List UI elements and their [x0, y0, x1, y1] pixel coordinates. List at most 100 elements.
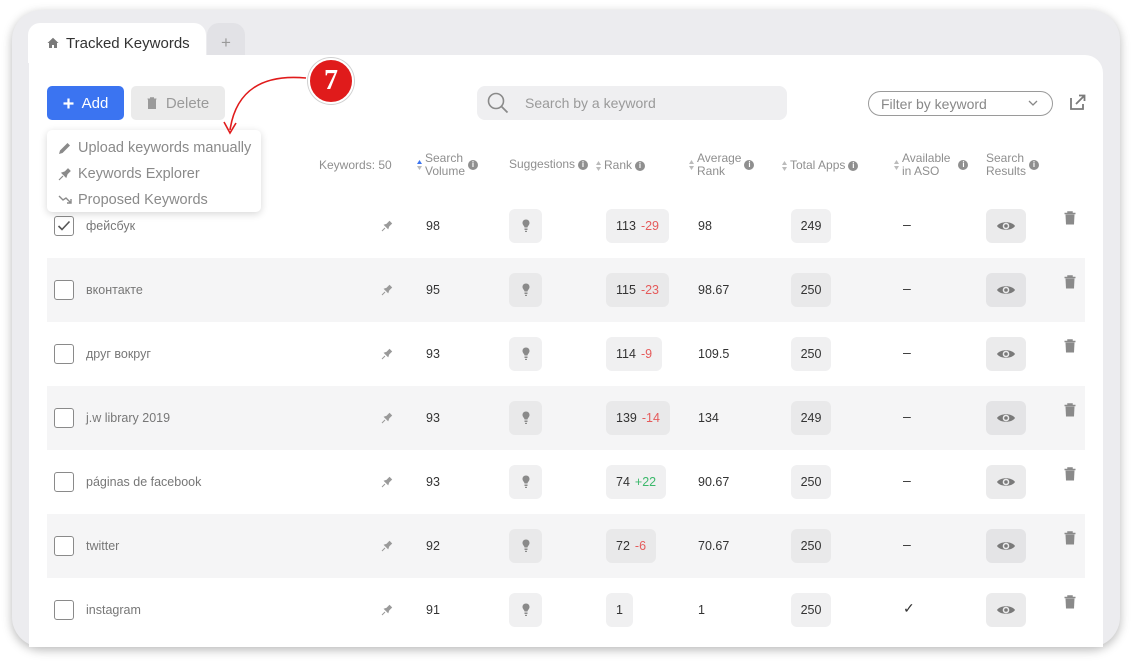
info-icon[interactable]: i	[468, 160, 479, 170]
total-apps-button[interactable]: 250	[791, 465, 831, 499]
rank-chip[interactable]: 1	[606, 593, 633, 627]
rank-chip[interactable]: 113 -29	[606, 209, 670, 243]
pin-icon[interactable]	[381, 219, 393, 232]
search-volume-value: 93	[426, 347, 440, 361]
total-apps-button[interactable]: 250	[791, 593, 831, 627]
suggestions-button[interactable]	[509, 593, 542, 627]
available-in-aso-value: –	[903, 408, 911, 424]
average-rank-value: 90.67	[698, 475, 730, 489]
total-apps-button[interactable]: 250	[791, 337, 831, 371]
rank-value: 115	[616, 283, 636, 297]
row-checkbox[interactable]	[54, 600, 74, 620]
info-icon[interactable]: i	[1029, 160, 1040, 170]
header-search-volume[interactable]: Search Volume i	[417, 152, 479, 178]
add-button[interactable]: Add	[47, 86, 124, 120]
add-button-label: Add	[81, 94, 109, 112]
table-row: instagram 91 1 1 250 ✓	[47, 578, 1085, 642]
search-volume-value: 93	[426, 475, 440, 489]
pin-icon[interactable]	[381, 283, 393, 296]
pencil-icon	[59, 143, 70, 154]
info-icon[interactable]: i	[848, 160, 859, 171]
info-icon[interactable]: i	[744, 160, 755, 170]
menu-item-label: Upload keywords manually	[78, 140, 252, 156]
average-rank-value: 134	[698, 411, 719, 425]
total-apps-button[interactable]: 249	[791, 401, 831, 435]
header-results-line2: Results	[986, 164, 1027, 178]
trash-icon[interactable]	[1064, 403, 1076, 417]
row-checkbox[interactable]	[54, 472, 74, 492]
menu-item-keywords-explorer[interactable]: Keywords Explorer	[47, 161, 261, 187]
suggestions-button[interactable]	[509, 401, 542, 435]
keyword-text: twitter	[86, 539, 120, 553]
header-total-apps[interactable]: Total Apps i	[782, 159, 859, 172]
rank-chip[interactable]: 115 -23	[606, 273, 670, 307]
suggestions-button[interactable]	[509, 209, 542, 243]
search-icon	[487, 92, 509, 114]
lightbulb-icon	[522, 283, 530, 297]
menu-item-proposed-keywords[interactable]: Proposed Keywords	[47, 187, 261, 213]
rank-chip[interactable]: 74 +22	[606, 465, 667, 499]
search-volume-value: 95	[426, 283, 440, 297]
search-box[interactable]	[477, 86, 787, 120]
header-average-rank[interactable]: Average Rank i	[689, 152, 755, 178]
row-checkbox[interactable]	[54, 280, 74, 300]
rank-chip[interactable]: 72 -6	[606, 529, 657, 563]
info-icon[interactable]: i	[635, 160, 646, 171]
header-rank[interactable]: Rank i	[596, 159, 646, 172]
search-results-button[interactable]	[986, 593, 1026, 627]
search-results-button[interactable]	[986, 273, 1026, 307]
rank-delta: -9	[640, 347, 653, 361]
search-results-button[interactable]	[986, 529, 1026, 563]
rank-delta: +22	[634, 475, 657, 489]
pin-icon[interactable]	[381, 475, 393, 488]
row-checkbox[interactable]	[54, 344, 74, 364]
pin-icon[interactable]	[381, 347, 393, 360]
total-apps-button[interactable]: 249	[791, 209, 831, 243]
lightbulb-icon	[522, 603, 530, 617]
trash-icon[interactable]	[1064, 531, 1076, 545]
suggestions-button[interactable]	[509, 273, 542, 307]
keyword-text: j.w library 2019	[86, 411, 171, 425]
trash-icon[interactable]	[1064, 595, 1076, 609]
info-icon[interactable]: i	[958, 160, 969, 170]
pin-icon[interactable]	[381, 539, 393, 552]
search-input[interactable]	[525, 95, 765, 111]
row-checkbox[interactable]	[54, 408, 74, 428]
rank-chip[interactable]: 114 -9	[606, 337, 663, 371]
header-suggestions: Suggestions i	[509, 158, 589, 171]
header-search-volume-line2: Volume	[425, 164, 466, 178]
search-results-button[interactable]	[986, 209, 1026, 243]
pin-icon[interactable]	[381, 411, 393, 424]
export-icon[interactable]	[1070, 94, 1086, 110]
trash-icon[interactable]	[1064, 339, 1076, 353]
suggestions-button[interactable]	[509, 337, 542, 371]
search-results-button[interactable]	[986, 337, 1026, 371]
total-apps-button[interactable]: 250	[791, 529, 831, 563]
rank-value: 139	[616, 411, 637, 425]
chevron-down-icon	[1028, 100, 1038, 106]
row-checkbox[interactable]	[54, 216, 74, 236]
filter-select[interactable]: Filter by keyword	[868, 91, 1053, 116]
average-rank-value: 109.5	[698, 347, 730, 361]
info-icon[interactable]: i	[578, 159, 589, 170]
suggestions-button[interactable]	[509, 529, 542, 563]
suggestions-button[interactable]	[509, 465, 542, 499]
trash-icon[interactable]	[1064, 467, 1076, 481]
average-rank-value: 1	[698, 603, 705, 617]
eye-icon	[996, 540, 1016, 552]
trash-icon[interactable]	[1064, 275, 1076, 289]
search-results-button[interactable]	[986, 401, 1026, 435]
available-in-aso-value: –	[903, 472, 911, 488]
header-available-aso[interactable]: Available in ASO i	[894, 152, 969, 178]
tab-label: Tracked Keywords	[66, 34, 190, 52]
menu-item-label: Proposed Keywords	[78, 192, 208, 208]
search-results-button[interactable]	[986, 465, 1026, 499]
trash-icon[interactable]	[1064, 211, 1076, 225]
total-apps-button[interactable]: 250	[791, 273, 831, 307]
row-checkbox[interactable]	[54, 536, 74, 556]
rank-chip[interactable]: 139 -14	[606, 401, 670, 435]
delete-button[interactable]: Delete	[131, 86, 225, 120]
available-in-aso-value: –	[903, 280, 911, 296]
pin-icon[interactable]	[381, 603, 393, 616]
keyword-text: páginas de facebook	[86, 475, 202, 489]
